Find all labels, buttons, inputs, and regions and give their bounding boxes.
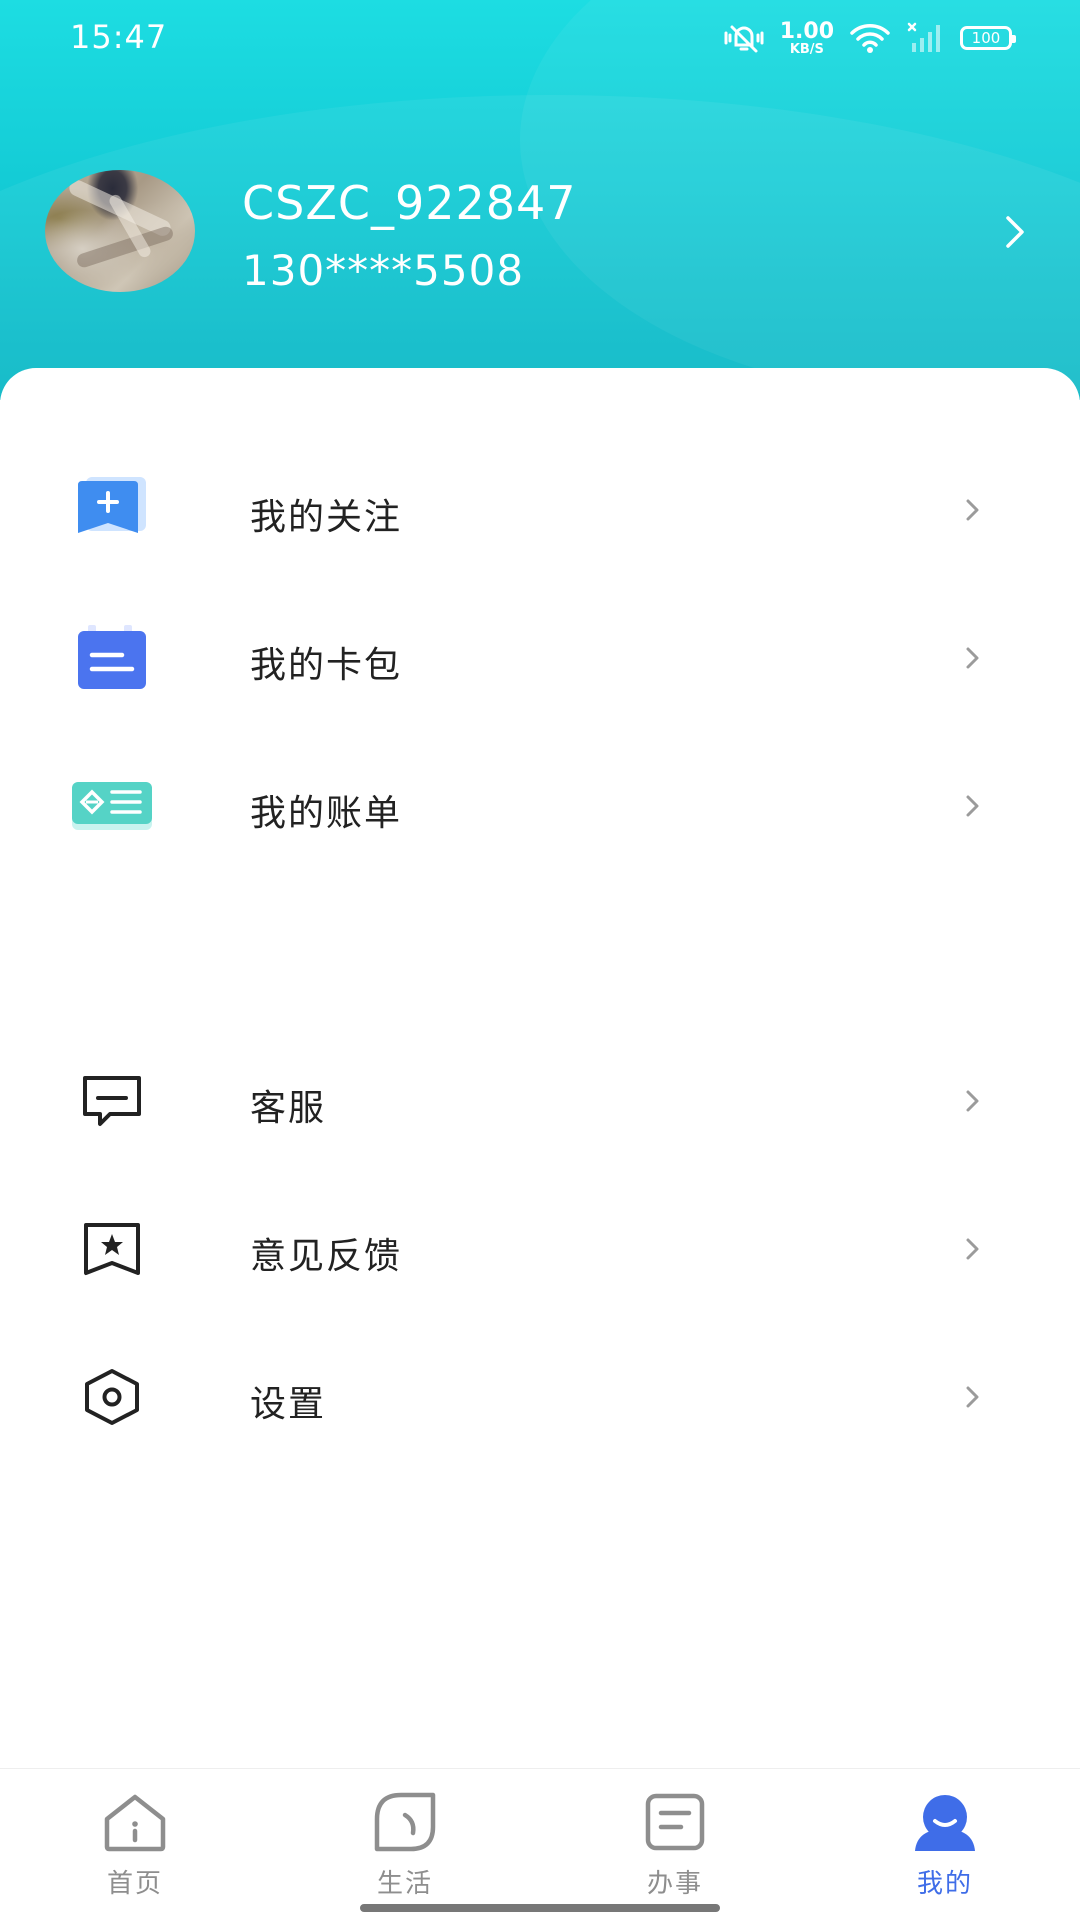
tab-home[interactable]: 首页	[65, 1791, 205, 1901]
signal-icon	[907, 22, 940, 52]
bookmark-plus-icon	[70, 470, 154, 550]
profile-header: 15:47 1.00 KB/S 100 CSZC_922847 130****5…	[0, 0, 1080, 400]
feedback-star-icon	[70, 1209, 154, 1289]
menu-item-label: 我的卡包	[250, 645, 403, 686]
tab-label: 我的	[916, 1869, 973, 1899]
status-bar: 15:47 1.00 KB/S 100	[0, 0, 1080, 78]
menu-item-bill[interactable]: 我的账单	[0, 736, 1080, 876]
username: CSZC_922847	[242, 176, 577, 230]
chevron-right-icon	[966, 1090, 979, 1112]
tab-tasks[interactable]: 办事	[605, 1791, 745, 1901]
menu-item-label: 客服	[250, 1088, 327, 1129]
battery-icon: 100	[960, 26, 1016, 50]
menu-item-feedback[interactable]: 意见反馈	[0, 1179, 1080, 1319]
menu-item-label: 我的关注	[250, 497, 403, 538]
menu-item-follow[interactable]: 我的关注	[0, 440, 1080, 580]
menu-item-customer-service[interactable]: 客服	[0, 1031, 1080, 1171]
profile-icon	[915, 1795, 975, 1851]
chat-message-icon	[70, 1061, 154, 1141]
profile-card[interactable]: CSZC_922847 130****5508	[0, 150, 1080, 310]
bottom-navigation: 首页 生活 办事 我的	[0, 1768, 1080, 1921]
menu-item-label: 意见反馈	[250, 1236, 403, 1277]
chevron-right-icon	[966, 795, 979, 817]
home-icon	[104, 1794, 166, 1852]
menu-item-settings[interactable]: 设置	[0, 1327, 1080, 1467]
status-icons: 1.00 KB/S 100	[722, 18, 1016, 58]
chevron-right-icon	[966, 499, 979, 521]
wifi-icon	[850, 24, 890, 53]
net-speed-value: 1.00	[779, 18, 834, 44]
avatar[interactable]	[45, 170, 195, 292]
net-speed-unit: KB/S	[789, 41, 824, 57]
menu-item-label: 设置	[250, 1384, 327, 1425]
chevron-right-icon	[966, 647, 979, 669]
card-wallet-icon	[70, 618, 154, 698]
tab-label: 生活	[376, 1869, 433, 1899]
menu-item-card-wallet[interactable]: 我的卡包	[0, 588, 1080, 728]
tab-life[interactable]: 生活	[335, 1791, 475, 1901]
tab-label: 首页	[106, 1869, 163, 1899]
life-leaf-icon	[374, 1792, 436, 1852]
phone-number: 130****5508	[242, 246, 525, 295]
menu-item-label: 我的账单	[250, 793, 403, 834]
tasks-icon	[645, 1793, 705, 1851]
settings-hexagon-icon	[70, 1357, 154, 1437]
tab-label: 办事	[646, 1869, 703, 1899]
menu-panel: 我的关注 我的卡包 我的账单 客服 意见反馈 设置	[0, 368, 1080, 1768]
tab-mine[interactable]: 我的	[875, 1791, 1015, 1901]
chevron-right-icon	[966, 1238, 979, 1260]
home-indicator[interactable]	[360, 1904, 720, 1912]
bill-icon	[70, 766, 154, 846]
mute-vibrate-icon	[724, 25, 764, 53]
chevron-right-icon	[966, 1386, 979, 1408]
network-speed: 1.00 KB/S	[779, 18, 834, 57]
status-time: 15:47	[70, 18, 168, 56]
chevron-right-icon[interactable]	[1000, 212, 1030, 252]
